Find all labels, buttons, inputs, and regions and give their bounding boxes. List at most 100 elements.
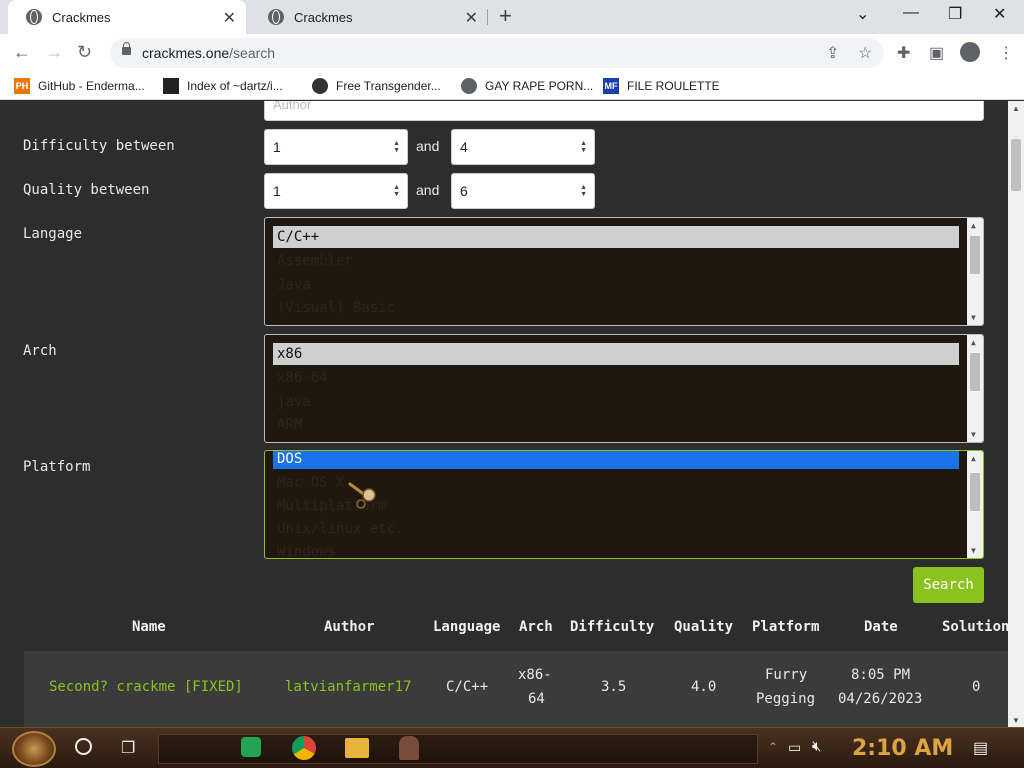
scroll-up-icon[interactable]: ▲ <box>971 221 976 230</box>
language-option[interactable]: Assembler <box>273 250 959 272</box>
column-header-quality[interactable]: Quality <box>674 619 733 635</box>
column-header-platform[interactable]: Platform <box>752 619 819 635</box>
cortana-circle-icon[interactable] <box>75 738 92 755</box>
tab-search-chevron-icon[interactable]: ⌄ <box>856 4 869 24</box>
difficulty-label: Difficulty between <box>23 138 175 154</box>
author-input[interactable]: Author <box>264 101 984 121</box>
tab-crackmes[interactable]: Crackmes ✕ <box>250 0 488 34</box>
crackme-language: C/C++ <box>446 679 489 695</box>
bookmark-index-of-dartz[interactable]: Index of ~dartz/i... <box>163 78 283 94</box>
crackme-author-link[interactable]: latvianfarmer17 <box>285 675 411 699</box>
window-close-icon[interactable]: ✕ <box>993 4 1006 24</box>
file-explorer-icon[interactable] <box>345 738 369 758</box>
platform-option[interactable]: Windows <box>273 541 959 558</box>
search-button[interactable]: Search <box>913 567 984 603</box>
column-header-author[interactable]: Author <box>324 619 375 635</box>
close-icon[interactable]: ✕ <box>465 8 478 28</box>
back-arrow-icon[interactable]: ← <box>13 42 31 63</box>
difficulty-max-select[interactable]: 4 ▲ ▼ <box>451 129 595 165</box>
bookmark-gay-rape-porn[interactable]: GAY RAPE PORN... <box>461 78 593 94</box>
arch-option-selected[interactable]: x86 <box>273 343 959 365</box>
forward-arrow-icon[interactable]: → <box>45 42 63 63</box>
column-header-language[interactable]: Language <box>433 619 500 635</box>
bookmark-label: FILE ROULETTE <box>627 79 720 93</box>
crackme-arch-line2: 64 <box>528 691 545 707</box>
arch-option[interactable]: ARM <box>273 414 959 436</box>
column-header-arch[interactable]: Arch <box>519 619 553 635</box>
globe-icon <box>461 78 477 94</box>
side-panel-icon[interactable]: ▣ <box>929 43 944 63</box>
scroll-thumb[interactable] <box>970 473 980 511</box>
language-scrollbar[interactable]: ▲ ▼ <box>967 218 983 325</box>
platform-option-selected[interactable]: DOS <box>273 451 959 469</box>
bookmark-label: Free Transgender... <box>336 79 441 93</box>
language-listbox[interactable]: C/C++ Assembler Java (Visual) Basic ▲ ▼ <box>264 217 984 326</box>
scroll-down-icon[interactable]: ▼ <box>971 313 976 322</box>
notification-icon[interactable]: ▤ <box>973 738 988 758</box>
column-header-name[interactable]: Name <box>132 619 166 635</box>
difficulty-max-value: 4 <box>460 139 468 155</box>
crackme-name-link[interactable]: Second? crackme [FIXED] <box>49 675 243 699</box>
scroll-down-icon[interactable]: ▼ <box>971 546 976 555</box>
platform-label: Platform <box>23 459 91 475</box>
arch-listbox[interactable]: x86 x86-64 java ARM ▲ ▼ <box>264 334 984 443</box>
taskbar-clock[interactable]: 2:10 AM <box>852 736 953 761</box>
bookmark-star-icon[interactable]: ☆ <box>858 43 872 63</box>
arch-option[interactable]: java <box>273 391 959 413</box>
share-icon[interactable]: ⇪ <box>826 43 839 63</box>
language-option[interactable]: (Visual) Basic <box>273 297 959 319</box>
arch-label: Arch <box>23 343 57 359</box>
network-icon[interactable]: ▭ <box>788 739 801 756</box>
extensions-puzzle-icon[interactable]: ✚ <box>897 43 910 63</box>
scroll-down-icon[interactable]: ▼ <box>1012 716 1020 725</box>
crackme-difficulty: 3.5 <box>601 679 627 695</box>
new-tab-icon[interactable]: + <box>499 3 512 29</box>
speaker-muted-icon[interactable]: 🔇︎ <box>812 738 821 755</box>
scroll-thumb[interactable] <box>970 353 980 391</box>
platform-scrollbar[interactable]: ▲ ▼ <box>967 451 983 558</box>
browser-toolbar: ← → ↻ crackmes.one/search ⇪ ☆ ✚ ▣ ⋮ <box>0 34 1024 72</box>
quality-max-select[interactable]: 6 ▲ ▼ <box>451 173 595 209</box>
arch-option[interactable]: x86-64 <box>273 367 959 389</box>
column-header-solutions[interactable]: Solutions <box>942 619 1008 635</box>
mf-icon: MF <box>603 78 619 94</box>
scroll-up-icon[interactable]: ▲ <box>971 454 976 463</box>
tab-crackmes-active[interactable]: Crackmes ✕ <box>8 0 246 34</box>
scroll-thumb[interactable] <box>970 236 980 274</box>
scroll-up-icon[interactable]: ▲ <box>971 338 976 347</box>
crackme-quality: 4.0 <box>691 679 717 695</box>
scroll-down-icon[interactable]: ▼ <box>971 430 976 439</box>
scroll-up-icon[interactable]: ▲ <box>1012 104 1020 113</box>
minimize-icon[interactable]: — <box>903 4 919 22</box>
address-bar[interactable]: crackmes.one/search <box>110 38 884 68</box>
platform-option[interactable]: Unix/linux etc. <box>273 518 959 540</box>
column-header-date[interactable]: Date <box>864 619 898 635</box>
quality-min-select[interactable]: 1 ▲ ▼ <box>264 173 408 209</box>
url-text: crackmes.one/search <box>142 45 275 61</box>
restore-icon[interactable]: ❐ <box>948 4 962 24</box>
tab-separator <box>487 9 488 25</box>
bookmark-label: GAY RAPE PORN... <box>485 79 594 93</box>
bookmark-file-roulette[interactable]: MF FILE ROULETTE <box>603 78 720 94</box>
difficulty-min-select[interactable]: 1 ▲ ▼ <box>264 129 408 165</box>
task-view-icon[interactable]: ❐ <box>121 738 135 758</box>
tray-chevron-icon[interactable]: ⌃ <box>768 740 778 754</box>
start-gear-icon[interactable] <box>12 731 56 767</box>
reload-icon[interactable]: ↻ <box>77 42 92 63</box>
menu-kebab-icon[interactable]: ⋮ <box>998 43 1014 63</box>
page-scrollbar[interactable]: ▲ ▼ <box>1008 101 1024 727</box>
close-icon[interactable]: ✕ <box>223 8 236 28</box>
chat-app-icon[interactable] <box>241 737 261 757</box>
avatar-app-icon[interactable] <box>399 736 419 760</box>
skull-icon <box>312 78 328 94</box>
bookmark-github[interactable]: PH GitHub - Enderma... <box>14 78 145 94</box>
scroll-thumb[interactable] <box>1011 139 1021 191</box>
arch-scrollbar[interactable]: ▲ ▼ <box>967 335 983 442</box>
profile-avatar-icon[interactable] <box>960 42 980 62</box>
language-option[interactable]: Java <box>273 274 959 296</box>
crackme-date-day: 04/26/2023 <box>838 691 923 707</box>
bookmark-free-transgender[interactable]: Free Transgender... <box>312 78 441 94</box>
column-header-difficulty[interactable]: Difficulty <box>570 619 654 635</box>
language-option-selected[interactable]: C/C++ <box>273 226 959 248</box>
chrome-icon[interactable] <box>292 736 316 760</box>
